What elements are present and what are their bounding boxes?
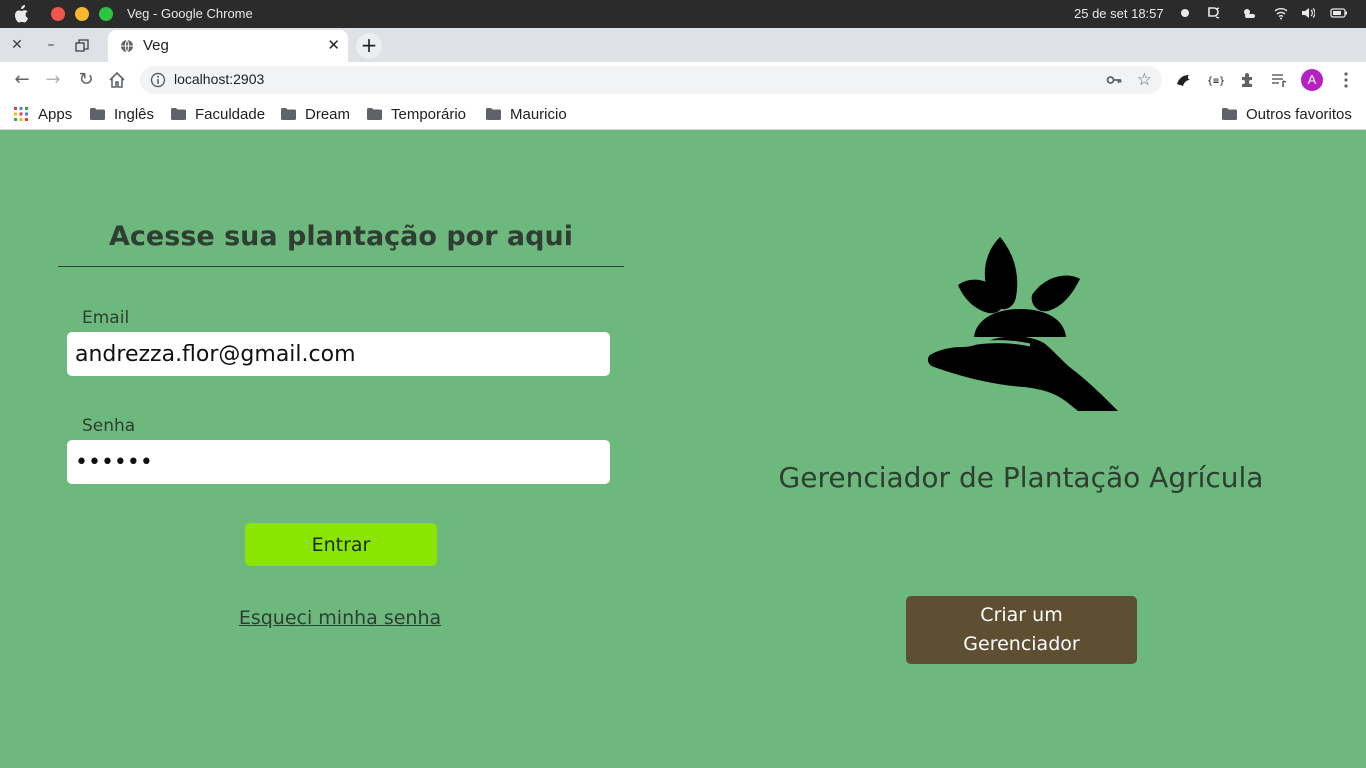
folder-icon: [367, 108, 382, 120]
password-field[interactable]: [67, 440, 610, 484]
create-manager-button[interactable]: Criar um Gerenciador: [906, 596, 1137, 664]
status-dot-icon: [1181, 9, 1189, 17]
password-label: Senha: [82, 416, 136, 436]
reload-icon[interactable]: ↻: [76, 70, 96, 90]
bookmark-label: Outros favoritos: [1246, 105, 1352, 123]
bookmark-label: Dream: [305, 105, 351, 123]
bookmark-folder-temporario[interactable]: Temporário: [367, 103, 466, 125]
address-bar[interactable]: localhost:2903 ☆: [140, 66, 1162, 94]
new-tab-button[interactable]: +: [356, 33, 382, 59]
restore-window-icon[interactable]: [75, 39, 89, 53]
bookmarks-bar: Apps Inglês Faculdade Dream Temporário M…: [0, 98, 1366, 130]
tab-title: Veg: [143, 37, 169, 54]
minimize-window-icon[interactable]: –: [42, 36, 60, 54]
volume-icon[interactable]: [1301, 6, 1315, 20]
maximize-window-dot[interactable]: [99, 7, 113, 21]
email-label: Email: [82, 308, 130, 328]
bookmark-folder-mauricio[interactable]: Mauricio: [486, 103, 567, 125]
tab-strip: ✕ – Veg ✕ +: [0, 28, 1366, 62]
accessibility-icon[interactable]: [1206, 6, 1220, 20]
hand-holding-plant-icon: [927, 237, 1118, 411]
media-queue-icon[interactable]: [1269, 70, 1289, 90]
close-window-dot[interactable]: [51, 7, 65, 21]
bookmark-folder-outros[interactable]: Outros favoritos: [1222, 103, 1352, 125]
bookmark-label: Faculdade: [195, 105, 266, 123]
apple-icon[interactable]: [14, 5, 30, 23]
email-field[interactable]: [67, 332, 610, 376]
extensions-puzzle-icon[interactable]: [1238, 70, 1258, 90]
forgot-password-link[interactable]: Esqueci minha senha: [190, 607, 490, 629]
browser-toolbar: ← → ↻ localhost:2903 ☆ {≡} A: [0, 62, 1366, 98]
close-tab-icon[interactable]: ✕: [327, 36, 340, 54]
info-icon[interactable]: [150, 72, 166, 88]
back-arrow-icon[interactable]: ←: [12, 70, 32, 90]
globe-icon: [121, 39, 133, 53]
home-icon[interactable]: [108, 71, 126, 89]
page-content: Acesse sua plantação por aqui Email Senh…: [0, 131, 1366, 768]
extension-bird-icon[interactable]: [1174, 70, 1194, 90]
folder-icon: [281, 108, 296, 120]
bookmark-apps[interactable]: Apps: [14, 103, 72, 125]
more-menu-icon[interactable]: [1336, 70, 1356, 90]
bookmark-folder-dream[interactable]: Dream: [281, 103, 350, 125]
folder-icon: [90, 108, 105, 120]
create-button-line1: Criar um: [980, 604, 1063, 626]
svg-text:{≡}: {≡}: [1207, 76, 1225, 87]
weather-icon[interactable]: [1242, 6, 1256, 20]
forward-arrow-icon[interactable]: →: [43, 70, 63, 90]
create-button-line2: Gerenciador: [963, 633, 1080, 655]
bookmark-star-icon[interactable]: ☆: [1137, 70, 1152, 90]
window-title: Veg - Google Chrome: [127, 6, 253, 21]
wifi-icon[interactable]: [1274, 6, 1288, 20]
url-text[interactable]: localhost:2903: [174, 71, 264, 87]
system-clock[interactable]: 25 de set 18:57: [1074, 6, 1164, 21]
minimize-window-dot[interactable]: [75, 7, 89, 21]
apps-grid-icon: [14, 107, 28, 121]
folder-icon: [171, 108, 186, 120]
login-title: Acesse sua plantação por aqui: [109, 221, 573, 252]
bookmark-label: Apps: [38, 105, 73, 123]
enter-button[interactable]: Entrar: [245, 523, 437, 566]
tab-veg[interactable]: Veg ✕: [108, 30, 348, 62]
app-name: Gerenciador de Plantação Agrícula: [778, 461, 1264, 494]
battery-icon[interactable]: [1330, 6, 1348, 20]
folder-icon: [1222, 108, 1237, 120]
close-window-icon[interactable]: ✕: [8, 36, 26, 54]
title-divider: [58, 266, 624, 267]
bookmark-label: Mauricio: [510, 105, 567, 123]
folder-icon: [486, 108, 501, 120]
key-icon[interactable]: [1106, 72, 1122, 88]
bookmark-label: Temporário: [391, 105, 467, 123]
profile-avatar[interactable]: A: [1301, 69, 1323, 91]
os-top-bar: Veg - Google Chrome 25 de set 18:57: [0, 0, 1366, 28]
bookmark-folder-ingles[interactable]: Inglês: [90, 103, 154, 125]
bookmark-folder-faculdade[interactable]: Faculdade: [171, 103, 265, 125]
extension-braces-icon[interactable]: {≡}: [1206, 70, 1226, 90]
bookmark-label: Inglês: [114, 105, 155, 123]
